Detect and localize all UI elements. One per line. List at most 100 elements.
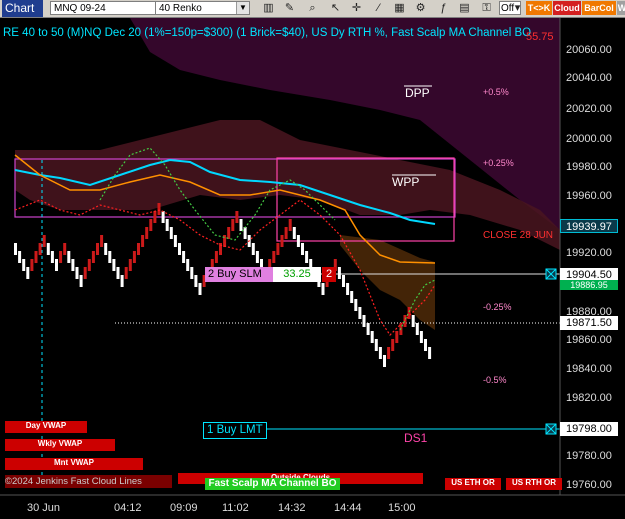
chevron-down-icon[interactable]: ▾ — [511, 1, 524, 15]
renko-brick — [75, 267, 79, 279]
renko-brick — [63, 243, 67, 255]
zoom-icon[interactable]: ⌕ — [306, 1, 319, 15]
x-tick: 14:44 — [334, 502, 362, 514]
buy-lmt-order-label[interactable]: 1 Buy LMT — [203, 422, 267, 439]
copyright-label: ©2024 Jenkins Fast Cloud Lines — [5, 476, 142, 487]
renko-brick — [46, 243, 50, 255]
pencil-icon[interactable]: ✎ — [283, 1, 296, 15]
renko-bricks — [14, 203, 432, 367]
renko-brick — [173, 235, 177, 247]
renko-brick — [79, 275, 83, 287]
renko-brick — [321, 283, 325, 295]
renko-brick — [419, 331, 423, 343]
y-tick: 19780.00 — [566, 450, 612, 462]
renko-brick — [428, 347, 432, 359]
renko-brick — [354, 299, 358, 311]
pct-label: -0.25% — [483, 302, 512, 312]
templates-icon[interactable]: ▤ — [458, 1, 471, 15]
dpp-label: DPP — [405, 86, 430, 100]
chart-toolbar: Chart MNQ 09-24 ▼ 40 Renko ▼ ▥ ✎ ⌕ ↖ ✛ ⁄… — [0, 0, 625, 18]
renko-brick — [366, 323, 370, 335]
renko-brick — [194, 275, 198, 287]
ds1-label: DS1 — [404, 431, 428, 445]
renko-brick — [50, 251, 54, 263]
renko-brick — [55, 259, 58, 271]
renko-brick — [243, 227, 247, 239]
top-price-label: 55.75 — [526, 31, 554, 43]
x-tick: 15:00 — [388, 502, 416, 514]
barcol-button[interactable]: BarCol — [582, 1, 616, 15]
renko-brick — [239, 219, 243, 231]
renko-brick — [71, 259, 75, 271]
renko-brick — [284, 227, 288, 239]
renko-brick — [59, 251, 63, 263]
renko-brick — [350, 291, 354, 303]
chart-header: RE 40 to 50 (M)NQ Dec 20 (1%=150p=$300) … — [3, 27, 532, 39]
renko-brick — [358, 307, 362, 319]
price-box-lmt: 19798.00 — [560, 422, 618, 436]
instrument-selector[interactable]: MNQ 09-24 ▼ — [50, 1, 172, 15]
renko-brick — [169, 227, 173, 239]
buy-slm-order-qty[interactable]: 2 — [322, 267, 336, 282]
renko-brick — [235, 211, 239, 223]
renko-brick — [165, 219, 169, 231]
pct-label: +0.25% — [483, 158, 514, 168]
day-vwap-bar: Day VWAP — [5, 421, 87, 433]
wpp-label: WPP — [392, 175, 420, 189]
buy-slm-order-price[interactable]: 33.25 — [273, 267, 321, 282]
renko-brick — [214, 251, 218, 263]
mnt-vwap-bar: Mnt VWAP — [5, 458, 143, 470]
lock-icon[interactable]: ⚿ — [480, 1, 493, 15]
x-tick: 04:12 — [114, 502, 142, 514]
w-button[interactable]: W — [617, 1, 625, 15]
renko-brick — [83, 267, 87, 279]
instrument-value: MNQ 09-24 — [54, 3, 106, 14]
renko-brick — [132, 251, 136, 263]
cloud-button[interactable]: Cloud — [553, 1, 581, 15]
renko-brick — [149, 219, 153, 231]
renko-brick — [34, 251, 38, 263]
crosshair-icon[interactable]: ✛ — [350, 1, 363, 15]
buy-slm-order-label[interactable]: 2 Buy SLM — [205, 267, 274, 282]
renko-brick — [411, 315, 415, 327]
x-tick: 30 Jun — [27, 502, 61, 514]
bar-type-value: 40 Renko — [159, 3, 202, 14]
tk-button[interactable]: T<>K — [526, 1, 552, 15]
y-tick: 19840.00 — [566, 363, 612, 375]
renko-brick — [190, 267, 194, 279]
renko-brick — [337, 267, 341, 279]
renko-brick — [14, 243, 17, 255]
bar-chart-icon[interactable]: ▥ — [262, 1, 275, 15]
renko-brick — [395, 331, 399, 343]
renko-brick — [157, 203, 161, 215]
price-box-ma: 19939.97 — [560, 219, 618, 233]
us-rth-bar: US RTH OR — [506, 478, 562, 490]
y-tick: 19820.00 — [566, 392, 612, 404]
renko-brick — [391, 339, 395, 351]
renko-brick — [251, 243, 255, 255]
renko-brick — [26, 267, 30, 279]
renko-brick — [198, 283, 202, 295]
properties-icon[interactable]: ▦ — [393, 1, 406, 15]
draw-tools-icon[interactable]: ⁄ — [372, 1, 385, 15]
renko-brick — [182, 251, 186, 263]
y-tick: 20060.00 — [566, 44, 612, 56]
renko-brick — [387, 347, 391, 359]
y-tick: 20040.00 — [566, 72, 612, 84]
renko-brick — [378, 347, 382, 359]
renko-brick — [346, 283, 350, 295]
renko-brick — [231, 219, 235, 231]
y-tick: 20020.00 — [566, 103, 612, 115]
y-tick: 19980.00 — [566, 161, 612, 173]
renko-brick — [374, 339, 378, 351]
renko-brick — [30, 259, 34, 271]
bar-type-selector[interactable]: 40 Renko ▼ — [155, 1, 250, 15]
cursor-icon[interactable]: ↖ — [329, 1, 342, 15]
orange-cloud — [340, 235, 435, 330]
strategy-icon[interactable]: ⚙ — [414, 1, 427, 15]
renko-brick — [255, 251, 259, 263]
indicators-icon[interactable]: ƒ — [437, 1, 450, 15]
renko-brick — [128, 259, 132, 271]
renko-brick — [227, 227, 231, 239]
renko-brick — [288, 219, 292, 231]
